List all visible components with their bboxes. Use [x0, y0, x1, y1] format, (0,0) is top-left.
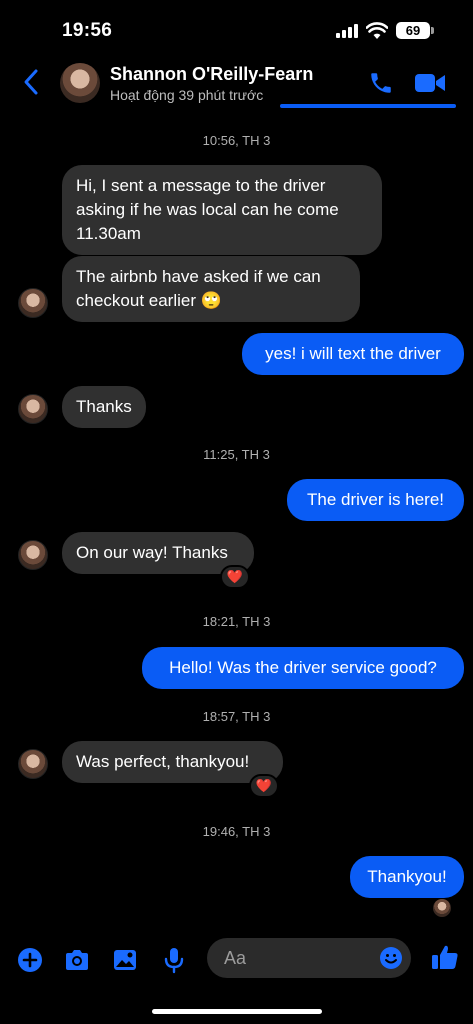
- phone-icon[interactable]: [368, 70, 394, 96]
- conversation-header: Shannon O'Reilly-Fearn Hoạt động 39 phút…: [0, 56, 473, 112]
- sender-avatar[interactable]: [18, 540, 48, 570]
- read-receipt-avatar: [433, 899, 451, 917]
- contact-avatar[interactable]: [60, 63, 100, 103]
- back-chevron-icon[interactable]: [22, 68, 42, 96]
- heart-reaction-icon[interactable]: ❤️: [249, 774, 279, 798]
- timestamp: 11:25, TH 3: [203, 447, 270, 462]
- sender-avatar[interactable]: [18, 394, 48, 424]
- contact-activity-status: Hoạt động 39 phút trước: [110, 87, 264, 103]
- incoming-message[interactable]: The airbnb have asked if we can checkout…: [62, 256, 360, 322]
- header-accent-line: [280, 104, 456, 108]
- heart-reaction-icon[interactable]: ❤️: [220, 565, 250, 589]
- status-bar: 19:56 69: [0, 0, 473, 56]
- outgoing-message[interactable]: The driver is here!: [287, 479, 464, 521]
- contact-name[interactable]: Shannon O'Reilly-Fearn: [110, 64, 313, 85]
- timestamp: 18:57, TH 3: [202, 709, 271, 724]
- status-time: 19:56: [62, 20, 113, 41]
- sender-avatar[interactable]: [18, 288, 48, 318]
- message-input[interactable]: Aa: [207, 938, 411, 978]
- outgoing-message[interactable]: Thankyou!: [350, 856, 464, 898]
- incoming-message[interactable]: Hi, I sent a message to the driver askin…: [62, 165, 382, 255]
- wifi-icon: [366, 22, 388, 39]
- image-icon[interactable]: [111, 946, 139, 974]
- sender-avatar[interactable]: [18, 749, 48, 779]
- message-composer: Aa: [0, 936, 473, 984]
- incoming-message[interactable]: Thanks: [62, 386, 146, 428]
- message-input-placeholder: Aa: [224, 948, 247, 968]
- video-camera-icon[interactable]: [414, 71, 446, 95]
- incoming-message[interactable]: Was perfect, thankyou!: [62, 741, 283, 783]
- battery-tip: [431, 27, 434, 34]
- outgoing-message[interactable]: Hello! Was the driver service good?: [142, 647, 464, 689]
- timestamp: 10:56, TH 3: [202, 133, 271, 148]
- outgoing-message[interactable]: yes! i will text the driver: [242, 333, 464, 375]
- microphone-icon[interactable]: [160, 946, 188, 974]
- home-indicator[interactable]: [152, 1009, 322, 1014]
- emoji-icon[interactable]: [379, 946, 403, 970]
- thumbs-up-icon[interactable]: [430, 942, 460, 972]
- camera-icon[interactable]: [63, 946, 91, 974]
- timestamp: 18:21, TH 3: [202, 614, 271, 629]
- battery-icon: 69: [396, 22, 430, 39]
- plus-icon[interactable]: [16, 946, 44, 974]
- timestamp: 19:46, TH 3: [202, 824, 271, 839]
- cellular-signal-icon: [336, 24, 360, 38]
